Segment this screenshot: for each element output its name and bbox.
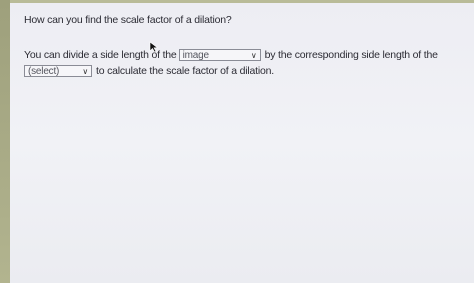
dropdown-select[interactable]: (select) ∨ [24, 65, 92, 77]
question-text: How can you find the scale factor of a d… [24, 14, 232, 26]
chevron-down-icon: ∨ [250, 50, 257, 60]
dropdown-select-value: (select) [28, 65, 60, 77]
screen-bezel [0, 0, 10, 283]
sentence-part-3: to calculate the scale factor of a dilat… [96, 65, 274, 77]
dropdown-image-select[interactable]: image ∨ [178, 49, 261, 61]
dropdown-image-value: image [182, 49, 209, 61]
chevron-down-icon: ∨ [82, 66, 88, 76]
question-panel: How can you find the scale factor of a d… [10, 0, 474, 283]
sentence-part-2: by the corresponding side length of the [264, 49, 438, 61]
sentence-line-2: (select) ∨ to calculate the scale factor… [24, 65, 274, 77]
mouse-cursor-icon [149, 41, 159, 53]
sentence-line-1: You can divide a side length of the imag… [24, 49, 438, 61]
